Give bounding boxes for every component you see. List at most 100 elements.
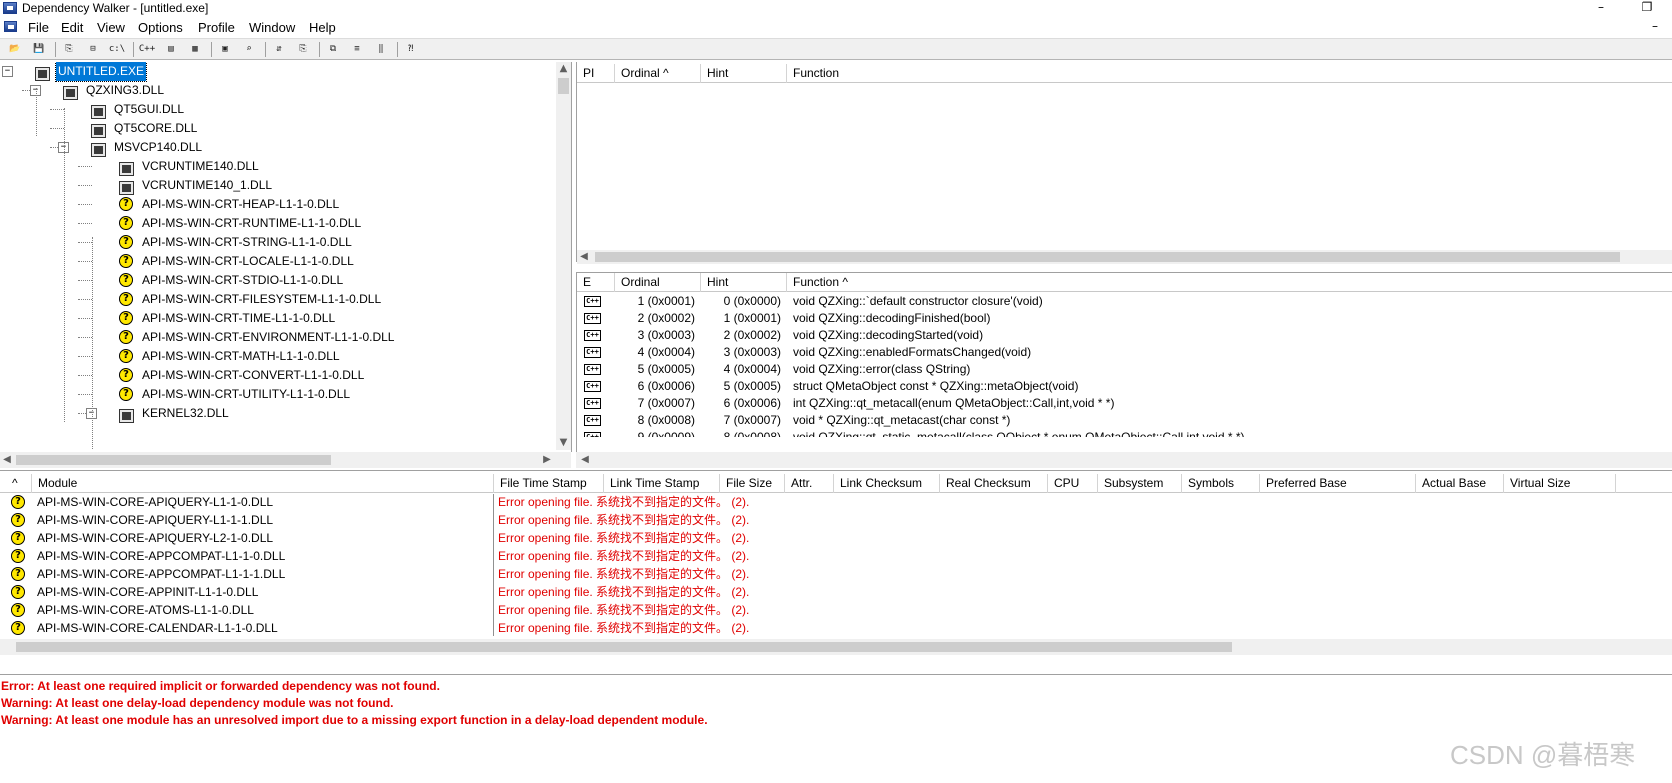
col-link-time-stamp[interactable]: Link Time Stamp	[604, 474, 720, 493]
col-cpu[interactable]: CPU	[1048, 474, 1098, 493]
module-row[interactable]: ? API-MS-WIN-CORE-CALENDAR-L1-1-0.DLL Erro…	[0, 620, 1672, 636]
scroll-left-icon[interactable]: ◀	[577, 250, 591, 264]
tree-horizontal-scrollbar[interactable]: ◀ ▶	[0, 452, 571, 468]
help-icon[interactable]: ⁈	[402, 41, 420, 58]
cascade-icon[interactable]: ⧉	[324, 41, 342, 58]
export-row[interactable]: C++ 1 (0x0001) 0 (0x0000) void QZXing::`def…	[577, 293, 1672, 310]
tree-item[interactable]: ? API-MS-WIN-CRT-TIME-L1-1-0.DLL	[0, 309, 556, 328]
module-row[interactable]: ? API-MS-WIN-CORE-ATOMS-L1-1-0.DLL Error o…	[0, 602, 1672, 619]
col-pi[interactable]: PI	[577, 64, 615, 83]
highlight-icon[interactable]: ⎘	[294, 41, 312, 58]
find-icon[interactable]: ⊟	[84, 41, 102, 58]
tree-item[interactable]: QT5CORE.DLL	[0, 119, 556, 138]
col-function[interactable]: Function ^	[787, 273, 1672, 292]
imports-horizontal-scrollbar[interactable]: ◀	[577, 250, 1672, 264]
sort-icon[interactable]: ⇵	[270, 41, 288, 58]
tree-item[interactable]: ? API-MS-WIN-CRT-MATH-L1-1-0.DLL	[0, 347, 556, 366]
module-horizontal-scrollbar[interactable]	[0, 639, 1672, 655]
module-row[interactable]: ? API-MS-WIN-CORE-APPCOMPAT-L1-1-1.DLL Err…	[0, 566, 1672, 583]
export-row[interactable]: C++ 6 (0x0006) 5 (0x0005) struct QMetaObjec…	[577, 378, 1672, 395]
tree-item[interactable]: ? API-MS-WIN-CRT-FILESYSTEM-L1-1-0.DLL	[0, 290, 556, 309]
col-file-size[interactable]: File Size	[720, 474, 785, 493]
tree-item[interactable]: ? API-MS-WIN-CRT-STRING-L1-1-0.DLL	[0, 233, 556, 252]
tree-item[interactable]: QT5GUI.DLL	[0, 100, 556, 119]
menu-view[interactable]: View	[97, 20, 125, 35]
tree-vertical-scrollbar[interactable]: ▲ ▼	[556, 62, 571, 450]
imports-hscroll-thumb[interactable]	[595, 252, 1620, 262]
export-row[interactable]: C++ 7 (0x0007) 6 (0x0006) int QZXing::qt_me…	[577, 395, 1672, 412]
tree-item[interactable]: − MSVCP140.DLL	[0, 138, 556, 157]
tree-hscroll-thumb[interactable]	[16, 455, 331, 465]
col-sort-indicator[interactable]: ^	[0, 474, 32, 493]
properties-icon[interactable]: ▣	[216, 41, 234, 58]
copy-icon[interactable]: ⎘	[60, 41, 78, 58]
module-row[interactable]: ? API-MS-WIN-CORE-APIQUERY-L1-1-1.DLL Erro…	[0, 512, 1672, 529]
mdi-minimize-icon[interactable]: –	[1640, 19, 1670, 35]
module-row[interactable]: ? API-MS-WIN-CORE-APIQUERY-L1-1-0.DLL Erro…	[0, 494, 1672, 511]
module-hscroll-thumb[interactable]	[16, 642, 1232, 652]
col-link-checksum[interactable]: Link Checksum	[834, 474, 940, 493]
col-hint[interactable]: Hint	[701, 273, 787, 292]
menu-help[interactable]: Help	[309, 20, 336, 35]
tree-item[interactable]: VCRUNTIME140.DLL	[0, 157, 556, 176]
open-icon[interactable]: 📂	[6, 41, 24, 58]
module-row[interactable]: ? API-MS-WIN-CORE-APPINIT-L1-1-0.DLL Error…	[0, 584, 1672, 601]
col-symbols[interactable]: Symbols	[1182, 474, 1260, 493]
tree-item[interactable]: ? API-MS-WIN-CRT-LOCALE-L1-1-0.DLL	[0, 252, 556, 271]
fullpaths-icon[interactable]: ▦	[186, 41, 204, 58]
col-hint[interactable]: Hint	[701, 64, 787, 83]
export-row[interactable]: C++ 4 (0x0004) 3 (0x0003) void QZXing::enab…	[577, 344, 1672, 361]
col-file-time-stamp[interactable]: File Time Stamp	[494, 474, 604, 493]
col-function[interactable]: Function	[787, 64, 1672, 83]
scroll-up-icon[interactable]: ▲	[556, 62, 571, 76]
menu-profile[interactable]: Profile	[198, 20, 235, 35]
scroll-left-icon[interactable]: ◀	[0, 453, 14, 467]
col-ordinal[interactable]: Ordinal	[615, 273, 701, 292]
restore-icon[interactable]: ❐	[1632, 0, 1662, 16]
tile-horizontal-icon[interactable]: ≡	[348, 41, 366, 58]
menu-edit[interactable]: Edit	[61, 20, 83, 35]
module-row[interactable]: ? API-MS-WIN-CORE-APPCOMPAT-L1-1-0.DLL Err…	[0, 548, 1672, 565]
export-row[interactable]: C++ 5 (0x0005) 4 (0x0004) void QZXing::erro…	[577, 361, 1672, 378]
col-attr[interactable]: Attr.	[785, 474, 834, 493]
autoexpand-icon[interactable]: ▤	[162, 41, 180, 58]
tree-item[interactable]: ? API-MS-WIN-CRT-RUNTIME-L1-1-0.DLL	[0, 214, 556, 233]
tile-vertical-icon[interactable]: ‖	[372, 41, 390, 58]
collapse-icon[interactable]: −	[2, 66, 13, 77]
tree-item[interactable]: − UNTITLED.EXE	[0, 62, 556, 82]
col-module[interactable]: Module	[32, 474, 494, 493]
scroll-down-icon[interactable]: ▼	[556, 436, 571, 450]
tree-item[interactable]: ? API-MS-WIN-CRT-HEAP-L1-1-0.DLL	[0, 195, 556, 214]
col-ordinal[interactable]: Ordinal ^	[615, 64, 701, 83]
viewmodule-icon[interactable]: ⌕	[240, 41, 258, 58]
save-icon[interactable]: 💾	[30, 41, 48, 58]
export-row[interactable]: C++ 8 (0x0008) 7 (0x0007) void * QZXing::qt…	[577, 412, 1672, 429]
menu-file[interactable]: File	[28, 20, 49, 35]
tree-item[interactable]: ? API-MS-WIN-CRT-CONVERT-L1-1-0.DLL	[0, 366, 556, 385]
scroll-left-icon[interactable]: ◀	[578, 453, 592, 467]
cpp-icon[interactable]: C++	[138, 41, 156, 58]
col-subsystem[interactable]: Subsystem	[1098, 474, 1182, 493]
exports-horizontal-scrollbar[interactable]: ◀	[576, 452, 1672, 468]
document-icon[interactable]	[4, 21, 17, 32]
tree-item[interactable]: ? API-MS-WIN-CRT-ENVIRONMENT-L1-1-0.DLL	[0, 328, 556, 347]
export-row[interactable]: C++ 9 (0x0009) 8 (0x0008) void QZXing::qt_s…	[577, 429, 1672, 437]
tree-item[interactable]: VCRUNTIME140_1.DLL	[0, 176, 556, 195]
path-icon[interactable]: c:\	[108, 41, 126, 58]
menu-options[interactable]: Options	[138, 20, 183, 35]
col-virtual-size[interactable]: Virtual Size	[1504, 474, 1616, 493]
scroll-right-icon[interactable]: ▶	[540, 453, 554, 467]
export-row[interactable]: C++ 2 (0x0002) 1 (0x0001) void QZXing::deco…	[577, 310, 1672, 327]
col-real-checksum[interactable]: Real Checksum	[940, 474, 1048, 493]
tree-item[interactable]: − KERNEL32.DLL	[0, 404, 556, 423]
tree-item[interactable]: ? API-MS-WIN-CRT-UTILITY-L1-1-0.DLL	[0, 385, 556, 404]
tree-item[interactable]: − QZXING3.DLL	[0, 81, 556, 100]
tree-vscroll-thumb[interactable]	[558, 78, 569, 94]
minimize-icon[interactable]: –	[1586, 0, 1616, 16]
menu-window[interactable]: Window	[249, 20, 295, 35]
export-row[interactable]: C++ 3 (0x0003) 2 (0x0002) void QZXing::deco…	[577, 327, 1672, 344]
col-actual-base[interactable]: Actual Base	[1416, 474, 1504, 493]
module-row[interactable]: ? API-MS-WIN-CORE-APIQUERY-L2-1-0.DLL Erro…	[0, 530, 1672, 547]
tree-item[interactable]: ? API-MS-WIN-CRT-STDIO-L1-1-0.DLL	[0, 271, 556, 290]
col-preferred-base[interactable]: Preferred Base	[1260, 474, 1416, 493]
